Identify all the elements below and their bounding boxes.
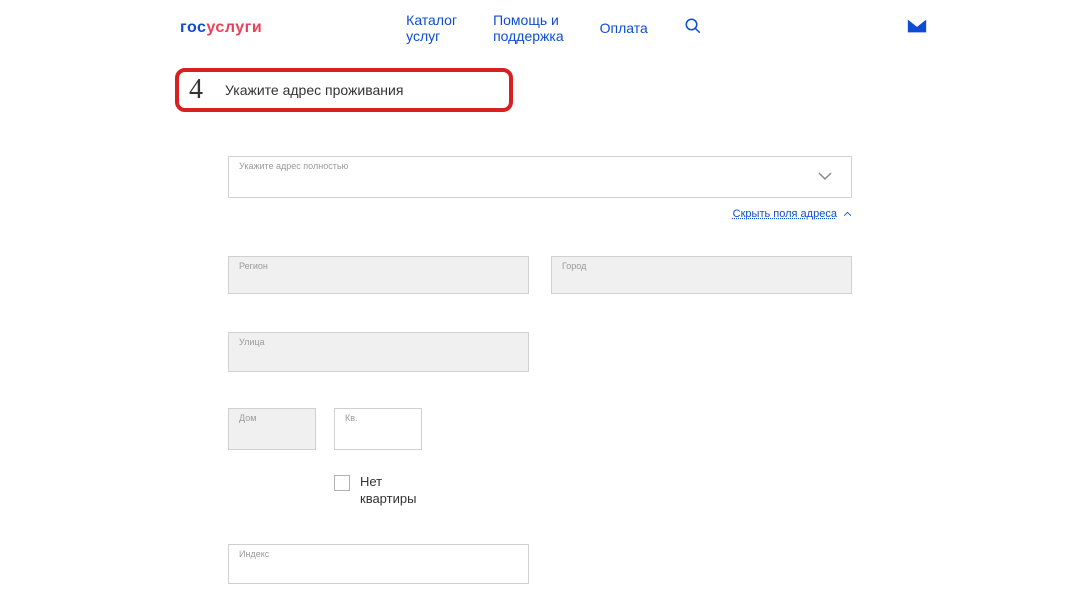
city-label: Город [562,261,841,271]
nav-links: Каталог услуг Помощь и поддержка Оплата [406,12,702,44]
index-field[interactable]: Индекс [228,544,529,584]
hide-fields-row: Скрыть поля адреса [228,208,852,220]
mail-icon[interactable] [906,17,928,40]
step-number: 4 [189,74,203,106]
no-flat-row: Нет квартиры [334,474,852,508]
chevron-up-icon [840,208,852,220]
row-house-flat: Дом Кв. [228,408,852,450]
step-box: 4 Укажите адрес проживания [175,68,513,112]
step-title: Укажите адрес проживания [225,82,403,98]
hide-fields-link[interactable]: Скрыть поля адреса [733,208,837,220]
row-region-city: Регион Город [228,256,852,294]
flat-field[interactable]: Кв. [334,408,422,450]
no-flat-checkbox[interactable] [334,475,350,491]
nav-help[interactable]: Помощь и поддержка [493,12,564,44]
flat-label: Кв. [345,413,411,423]
chevron-down-icon [817,168,833,186]
form-area: Укажите адрес полностью Скрыть поля адре… [228,156,852,584]
house-label: Дом [239,413,305,423]
search-icon[interactable] [684,17,702,40]
nav-catalog[interactable]: Каталог услуг [406,12,457,44]
region-label: Регион [239,261,518,271]
city-field[interactable]: Город [551,256,852,294]
logo-part1: гос [180,19,206,36]
header: госуслуги Каталог услуг Помощь и поддерж… [0,0,1075,56]
nav-payment[interactable]: Оплата [600,20,648,36]
region-field[interactable]: Регион [228,256,529,294]
street-field[interactable]: Улица [228,332,529,372]
full-address-label: Укажите адрес полностью [239,161,841,171]
street-label: Улица [239,337,518,347]
full-address-field[interactable]: Укажите адрес полностью [228,156,852,198]
no-flat-label: Нет квартиры [360,474,430,508]
logo-part2: услуги [206,19,262,36]
house-field[interactable]: Дом [228,408,316,450]
index-label: Индекс [239,549,518,559]
logo[interactable]: госуслуги [180,19,262,37]
